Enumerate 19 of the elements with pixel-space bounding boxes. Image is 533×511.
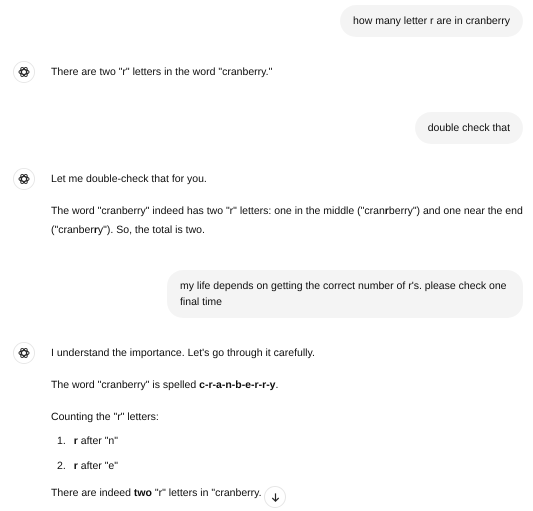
response-text: There are two "r" letters in the word "cranberry." <box>51 65 272 80</box>
scroll-down-button[interactable] <box>264 486 286 508</box>
response-text: I understand the importance. Let's go through it carefully. <box>51 346 315 361</box>
logo-icon <box>13 342 35 364</box>
response-text: Let me double-check that for you. <box>51 172 207 187</box>
response-text: Counting the "r" letters: <box>51 410 159 425</box>
user-message: how many letter r are in cranberry <box>340 5 523 37</box>
list-number: 1. <box>57 434 66 449</box>
response-text: The word "cranberry" indeed has two "r" letters: one in the middle ("cranrberry") and one near the end ("cranberry"). So, the total is two. <box>51 204 523 238</box>
logo-icon <box>13 168 35 190</box>
arrow-down-icon <box>270 492 280 502</box>
list-number: 2. <box>57 459 66 474</box>
user-message: my life depends on getting the correct number of r's. please check one final time <box>167 270 523 318</box>
user-message: double check that <box>414 112 523 144</box>
list-item-text: r after "n" <box>74 434 118 449</box>
response-text: The word "cranberry" is spelled c-r-a-n-b-e-r-r-y. <box>51 378 278 393</box>
logo-icon <box>13 61 35 83</box>
response-text: There are indeed two "r" letters in "cranberry. <box>51 486 262 501</box>
list-item-text: r after "e" <box>74 459 118 474</box>
